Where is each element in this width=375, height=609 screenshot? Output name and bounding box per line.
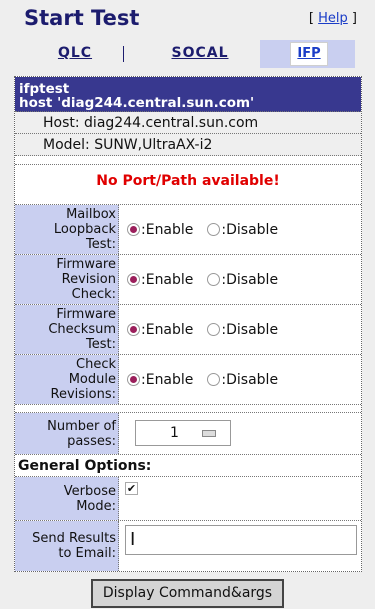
test-options-panel: ifptest host 'diag244.central.sun.com' H…: [14, 76, 362, 572]
radio-dot-icon: [127, 323, 140, 336]
error-message: No Port/Path available!: [15, 165, 361, 205]
tab-socal[interactable]: SOCAL: [130, 40, 270, 68]
tab-qlc[interactable]: QLC: [20, 40, 130, 68]
display-command-button[interactable]: Display Command&args: [91, 579, 284, 608]
general-options-heading: General Options:: [15, 455, 361, 477]
model-info: Model: SUNW,UltraAX-i2: [15, 134, 361, 156]
tab-bar: QLC SOCAL IFP: [20, 40, 355, 68]
radio-group: :Enable :Disable: [127, 205, 292, 254]
email-row: Send Results to Email: I: [15, 521, 361, 571]
tab-separator: [123, 46, 124, 62]
radio-dot-icon: [207, 373, 221, 386]
radio-dot-icon: [127, 273, 140, 286]
option-firmware-revision: Firmware Revision Check: :Enable :Disabl…: [15, 255, 361, 305]
page-title: Start Test: [24, 6, 140, 30]
spacer: [15, 405, 361, 413]
radio-dot-icon: [207, 273, 221, 286]
passes-row: Number of passes: 1: [15, 413, 361, 455]
radio-dot-icon: [127, 223, 140, 236]
option-firmware-checksum: Firmware Checksum Test: :Enable :Disable: [15, 305, 361, 355]
spinner-button-icon[interactable]: [202, 430, 216, 437]
spacer: [15, 156, 361, 165]
verbose-checkbox[interactable]: ✔: [125, 482, 138, 495]
enable-radio[interactable]: :Enable: [127, 372, 193, 388]
radio-group: :Enable :Disable: [127, 355, 292, 404]
radio-dot-icon: [127, 373, 140, 386]
option-label: Check Module Revisions:: [15, 355, 119, 404]
disable-radio[interactable]: :Disable: [207, 322, 278, 338]
radio-dot-icon: [207, 323, 221, 336]
verbose-row: Verbose Mode: ✔: [15, 477, 361, 521]
option-label: Mailbox Loopback Test:: [15, 205, 119, 254]
radio-dot-icon: [207, 223, 221, 236]
passes-spinner[interactable]: 1: [135, 420, 231, 446]
passes-label: Number of passes:: [15, 413, 119, 454]
header: Start Test [ Help ]: [0, 0, 375, 38]
verbose-label: Verbose Mode:: [15, 477, 119, 520]
option-check-module: Check Module Revisions: :Enable :Disable: [15, 355, 361, 405]
enable-radio[interactable]: :Enable: [127, 222, 193, 238]
radio-group: :Enable :Disable: [127, 305, 292, 354]
disable-radio[interactable]: :Disable: [207, 272, 278, 288]
radio-group: :Enable :Disable: [127, 255, 292, 304]
option-label: Firmware Revision Check:: [15, 255, 119, 304]
help-link-wrapper: [ Help ]: [308, 11, 357, 26]
tab-ifp[interactable]: IFP: [260, 40, 355, 68]
tab-ifp-label-box: IFP: [290, 42, 328, 66]
email-label: Send Results to Email:: [15, 521, 119, 571]
host-info: Host: diag244.central.sun.com: [15, 112, 361, 134]
device-title: ifptest host 'diag244.central.sun.com': [15, 77, 361, 112]
enable-radio[interactable]: :Enable: [127, 272, 193, 288]
option-label: Firmware Checksum Test:: [15, 305, 119, 354]
enable-radio[interactable]: :Enable: [127, 322, 193, 338]
help-link[interactable]: Help: [318, 11, 348, 26]
disable-radio[interactable]: :Disable: [207, 222, 278, 238]
email-field[interactable]: I: [125, 525, 357, 555]
disable-radio[interactable]: :Disable: [207, 372, 278, 388]
option-mailbox-loopback: Mailbox Loopback Test: :Enable :Disable: [15, 205, 361, 255]
